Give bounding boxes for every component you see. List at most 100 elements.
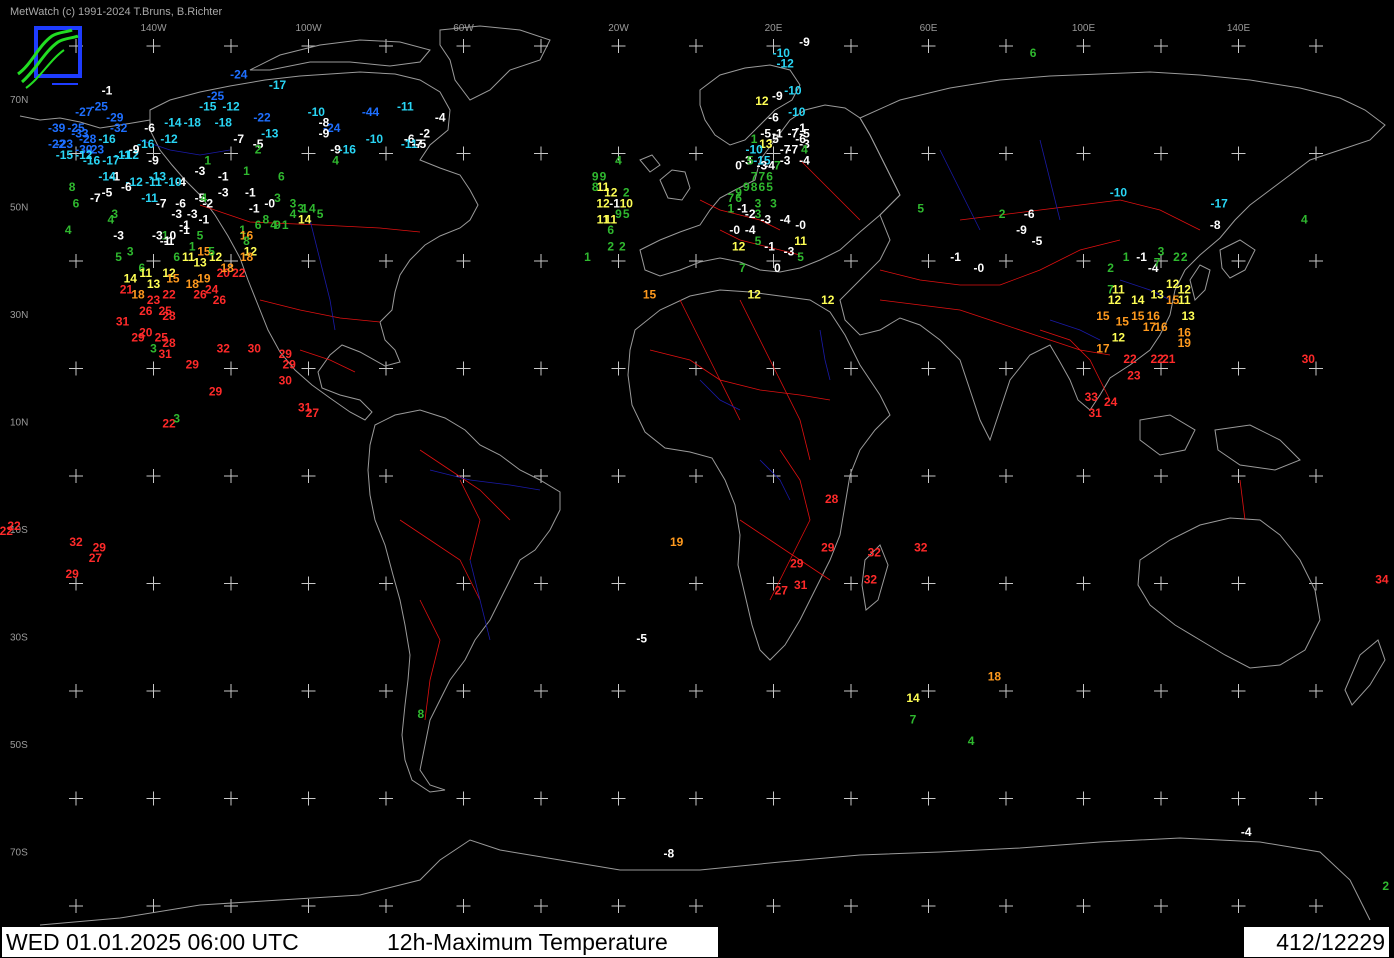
temperature-observation: -16 xyxy=(83,153,101,167)
latitude-label: 30N xyxy=(10,310,28,321)
grid-cross xyxy=(999,39,1013,53)
grid-cross xyxy=(1231,576,1246,591)
temperature-observation: -9 xyxy=(772,89,783,103)
temperature-observation: -15 xyxy=(199,100,217,114)
latitude-label: 10N xyxy=(10,417,28,428)
longitude-label: 140E xyxy=(1227,23,1251,34)
grid-cross xyxy=(611,791,626,806)
temperature-observation: 3 xyxy=(1158,245,1165,259)
grid-cross xyxy=(844,576,858,591)
grid-cross xyxy=(224,146,238,161)
temperature-observation: -44 xyxy=(362,105,380,119)
temperature-observation: -17 xyxy=(1210,196,1228,210)
grid-cross xyxy=(534,576,548,591)
grid-cross xyxy=(456,39,471,53)
grid-cross xyxy=(1076,361,1091,376)
temperature-observation: 6 xyxy=(1030,46,1037,60)
grid-cross xyxy=(301,39,316,53)
longitude-label: 20E xyxy=(765,23,783,34)
temperature-observation: -3 xyxy=(113,229,124,243)
grid-cross xyxy=(301,791,316,806)
temperature-observation: -6 xyxy=(121,180,132,194)
footer-title-bar: WED 01.01.2025 06:00 UTC 12h-Maximum Tem… xyxy=(2,927,718,957)
temperature-observation: 8 xyxy=(418,707,425,721)
grid-cross xyxy=(69,469,83,483)
grid-cross xyxy=(1154,469,1168,483)
temperature-observation: 5 xyxy=(115,250,122,264)
temperature-observation: -6 xyxy=(144,121,155,135)
temperature-observation: 9 xyxy=(743,180,750,194)
temperature-observation: 12 xyxy=(1178,282,1192,296)
temperature-observation: -9 xyxy=(148,153,159,167)
temperature-observation: -11 xyxy=(397,100,414,114)
grid-cross xyxy=(534,39,548,53)
station-observations[interactable]: -1-27-25-29-39 -25-33 -32-22-23 -28 -16-30-2… xyxy=(0,35,1389,893)
grid-cross xyxy=(456,576,471,591)
temperature-observation: 22 xyxy=(232,266,246,280)
temperature-observation: 31 xyxy=(1088,406,1102,420)
grid-cross xyxy=(999,684,1013,698)
temperature-observation: 6 xyxy=(173,250,180,264)
temperature-observation: 32 xyxy=(69,535,83,549)
temperature-observation: -15 xyxy=(56,148,74,162)
latitude-label: 30S xyxy=(10,632,28,643)
temperature-observation: 3 xyxy=(173,411,180,425)
grid-cross xyxy=(999,254,1013,268)
temperature-observation: 14 xyxy=(1131,293,1145,307)
world-map[interactable]: 140W 100W 60W 20W 20E 60E 100E 140E 70N 50N 30N 10N… xyxy=(0,0,1394,958)
grid-cross xyxy=(999,146,1013,161)
grid-cross xyxy=(921,146,936,161)
temperature-observation: -10 xyxy=(164,175,182,189)
grid-cross xyxy=(1309,684,1323,698)
grid-cross xyxy=(921,684,936,698)
grid-cross xyxy=(301,361,316,376)
grid-cross xyxy=(1231,469,1246,483)
temperature-observation: 29 xyxy=(821,540,835,554)
footer-datetime: WED 01.01.2025 06:00 UTC xyxy=(6,929,299,955)
temperature-observation: -10 xyxy=(788,105,806,119)
temperature-observation: -3 xyxy=(780,153,791,167)
copyright-notice: MetWatch (c) 1991-2024 T.Bruns, B.Richte… xyxy=(10,6,223,18)
temperature-observation: -12 xyxy=(160,132,178,146)
temperature-observation: 11 xyxy=(794,234,807,248)
temperature-observation: 6 xyxy=(255,218,262,232)
temperature-observation: -39 xyxy=(48,121,66,135)
grid-cross xyxy=(844,684,858,698)
longitude-label: 60E xyxy=(920,23,938,34)
grid-cross xyxy=(379,469,393,483)
grid-cross xyxy=(534,899,548,913)
temperature-observation: -7 xyxy=(156,196,167,210)
grid-cross xyxy=(456,146,471,161)
temperature-observation: 6 xyxy=(607,223,614,237)
grid-cross xyxy=(689,791,703,806)
temperature-observation: 8 xyxy=(263,212,270,226)
grid-cross xyxy=(999,469,1013,483)
grid-cross xyxy=(301,899,316,913)
temperature-observation: -0 xyxy=(974,261,985,275)
grid-cross xyxy=(456,791,471,806)
grid-cross xyxy=(534,361,548,376)
temperature-observation: 19 xyxy=(670,535,684,549)
grid-cross xyxy=(534,146,548,161)
temperature-observation: 2 xyxy=(607,239,614,253)
grid-cross xyxy=(301,576,316,591)
temperature-observation: 17 xyxy=(1096,341,1110,355)
grid-cross xyxy=(534,254,548,268)
grid-cross xyxy=(1154,791,1168,806)
temperature-observation: 3 xyxy=(150,341,157,355)
temperature-observation: 4 xyxy=(290,207,297,221)
temperature-observation: -0 xyxy=(795,218,806,232)
temperature-observation: 31 xyxy=(158,347,172,361)
temperature-observation: 8 xyxy=(751,180,758,194)
grid-labels: 140W 100W 60W 20W 20E 60E 100E 140E 70N 50N 30N 10N… xyxy=(10,23,1251,858)
grid-cross xyxy=(456,684,471,698)
grid-cross xyxy=(456,254,471,268)
temperature-observation: 1 xyxy=(282,218,289,232)
temperature-observation: -3 xyxy=(784,245,795,259)
temperature-observation: 5 xyxy=(197,229,204,243)
grid-cross xyxy=(921,39,936,53)
temperature-observation: 31 xyxy=(116,315,130,329)
grid-cross xyxy=(146,576,161,591)
temperature-observation: 8 xyxy=(69,180,76,194)
temperature-observation: -18 xyxy=(184,116,202,130)
